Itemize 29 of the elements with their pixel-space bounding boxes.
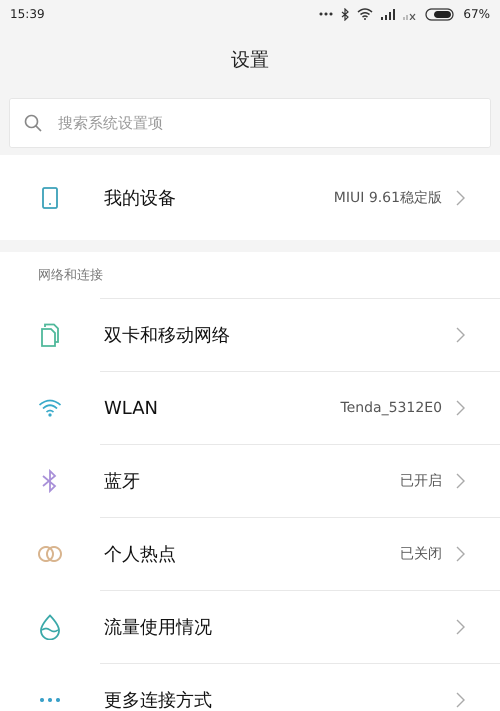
chevron-icon	[456, 546, 465, 562]
window-title: 设置	[231, 48, 269, 73]
settings-item[interactable]: 我的设备 MIUI 9.61稳定版	[0, 155, 500, 240]
wifi-icon	[357, 8, 374, 20]
section-header: 网络和连接	[38, 267, 103, 284]
search-icon	[24, 114, 42, 132]
linked-rings-icon	[37, 545, 63, 563]
phone-icon	[42, 186, 58, 208]
battery-icon	[425, 8, 456, 20]
chevron-icon	[456, 692, 465, 708]
wifi-icon	[38, 399, 62, 417]
item-value: 已开启	[400, 472, 442, 490]
chevron-icon	[456, 619, 465, 635]
chevron-icon	[456, 473, 465, 489]
signal-icon	[381, 8, 396, 20]
dots-icon	[39, 697, 61, 703]
item-value: 已关闭	[400, 545, 442, 563]
battery-percentage: 67%	[463, 7, 490, 21]
chevron-icon	[456, 190, 465, 206]
dots-icon	[319, 12, 334, 16]
status-time: 15:39	[10, 7, 45, 21]
chevron-icon	[456, 327, 465, 343]
chevron-icon	[456, 400, 465, 416]
bluetooth-icon	[341, 8, 350, 20]
search-field[interactable]: 搜索系统设置项	[9, 98, 491, 148]
item-value: MIUI 9.61稳定版	[334, 188, 442, 206]
sim-cards-icon	[39, 323, 61, 347]
water-drop-icon	[39, 614, 61, 640]
item-value: Tenda_5312E0	[340, 400, 442, 416]
